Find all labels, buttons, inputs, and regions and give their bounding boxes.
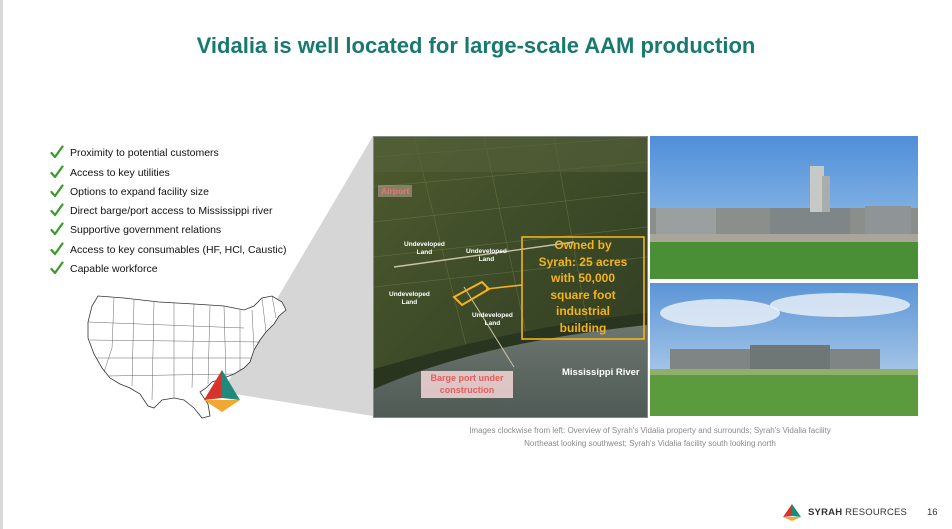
- list-item: Capable workforce: [50, 256, 286, 275]
- check-icon: [50, 145, 64, 159]
- barge-port-label: Barge port under construction: [421, 371, 513, 398]
- company-name: SYRAH RESOURCES: [808, 507, 907, 518]
- benefit-text: Proximity to potential customers: [70, 147, 219, 160]
- benefit-text: Options to expand facility size: [70, 185, 209, 198]
- list-item: Proximity to potential customers: [50, 140, 286, 159]
- check-icon: [50, 164, 64, 178]
- image-caption-line-1: Images clockwise from left: Overview of …: [469, 426, 831, 435]
- check-icon: [50, 203, 64, 217]
- benefit-text: Access to key utilities: [70, 166, 170, 179]
- list-item: Direct barge/port access to Mississippi …: [50, 198, 286, 217]
- facility-photo: [650, 136, 918, 279]
- company-name-bold: SYRAH: [808, 507, 843, 518]
- list-item: Supportive government relations: [50, 217, 286, 236]
- list-item: Options to expand facility size: [50, 179, 286, 198]
- benefits-list: Proximity to potential customers Access …: [50, 140, 286, 275]
- undeveloped-land-label: Undeveloped Land: [404, 241, 445, 256]
- list-item: Access to key utilities: [50, 159, 286, 179]
- undeveloped-land-label: Undeveloped Land: [466, 248, 507, 263]
- benefit-text: Capable workforce: [70, 263, 158, 276]
- slide: Vidalia is well located for large-scale …: [0, 0, 952, 529]
- syrah-logo-icon: [783, 504, 801, 521]
- check-icon: [50, 222, 64, 236]
- check-icon: [50, 242, 64, 255]
- company-name-rest: RESOURCES: [842, 507, 908, 518]
- facility-photo-northeast: [650, 136, 918, 279]
- mississippi-river-label: Mississippi River: [562, 367, 640, 378]
- facility-photo: [650, 283, 918, 416]
- list-item: Access to key consumables (HF, HCl, Caus…: [50, 236, 287, 256]
- page-number: 16: [927, 507, 938, 518]
- aerial-image: Airport Undeveloped Land Undeveloped Lan…: [373, 136, 648, 418]
- check-icon: [50, 261, 64, 275]
- facility-photo-south: [650, 283, 918, 416]
- check-icon: [50, 184, 64, 197]
- us-map: [87, 295, 287, 419]
- image-caption-line-2: Northeast looking southwest; Syrah's Vid…: [524, 439, 776, 448]
- benefit-text: Access to key consumables (HF, HCl, Caus…: [70, 243, 287, 256]
- undeveloped-land-label: Undeveloped Land: [389, 291, 430, 306]
- benefit-text: Direct barge/port access to Mississippi …: [70, 205, 273, 218]
- undeveloped-land-label: Undeveloped Land: [472, 312, 513, 327]
- left-rule: [0, 0, 3, 529]
- benefit-text: Supportive government relations: [70, 224, 222, 237]
- owned-by-syrah-label: Owned by Syrah: 25 acres with 50,000 squ…: [538, 238, 628, 335]
- slide-title: Vidalia is well located for large-scale …: [196, 33, 756, 58]
- airport-label: Airport: [378, 185, 413, 197]
